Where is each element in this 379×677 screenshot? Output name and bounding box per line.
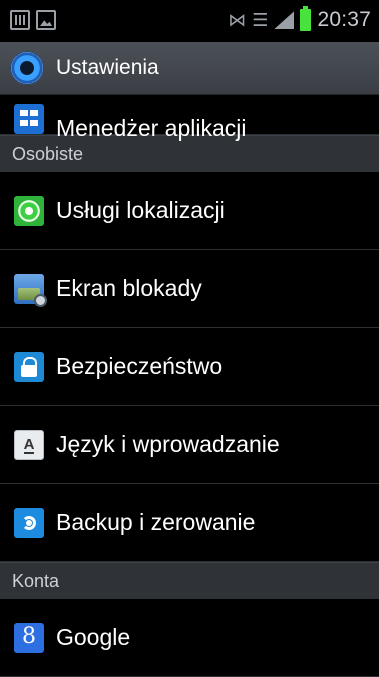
status-bar-right: ⋈ ☰ 20:37 bbox=[228, 6, 371, 32]
lock-screen-icon bbox=[14, 273, 47, 307]
image-notification-icon bbox=[36, 10, 56, 30]
action-bar: Ustawienia bbox=[0, 42, 379, 95]
google-icon: 8 bbox=[14, 622, 44, 653]
list-item-label: Google bbox=[56, 624, 131, 650]
list-item-language-input[interactable]: A Język i wprowadzanie bbox=[0, 406, 379, 484]
list-item-google[interactable]: 8 Google bbox=[0, 599, 379, 677]
signal-icon bbox=[274, 11, 294, 29]
list-item-lock-screen[interactable]: Ekran blokady bbox=[0, 250, 379, 328]
keyboard-language-icon: A bbox=[14, 429, 44, 460]
apps-grid-icon bbox=[14, 104, 44, 134]
settings-gear-icon[interactable] bbox=[10, 51, 44, 85]
list-item-app-manager[interactable]: Menedżer aplikacji bbox=[0, 95, 379, 141]
list-item-label: Menedżer aplikacji bbox=[56, 115, 247, 141]
backup-reset-icon bbox=[14, 507, 44, 538]
location-icon bbox=[14, 195, 44, 226]
settings-list: Menedżer aplikacji Osobiste Usługi lokal… bbox=[0, 95, 379, 677]
list-item-label: Ekran blokady bbox=[56, 275, 202, 301]
list-item-label: Backup i zerowanie bbox=[56, 509, 256, 535]
padlock-icon bbox=[14, 351, 44, 382]
list-item-label: Język i wprowadzanie bbox=[56, 431, 280, 457]
list-item-security[interactable]: Bezpieczeństwo bbox=[0, 328, 379, 406]
list-item-label: Bezpieczeństwo bbox=[56, 353, 223, 379]
list-item-location-services[interactable]: Usługi lokalizacji bbox=[0, 172, 379, 250]
status-time: 20:37 bbox=[317, 8, 371, 31]
list-item-label: Usługi lokalizacji bbox=[56, 197, 225, 223]
wifi-icon: ☰ bbox=[252, 10, 269, 30]
no-sim-icon: ⋈ bbox=[228, 10, 247, 30]
status-bar-left bbox=[10, 10, 56, 30]
sd-card-icon bbox=[10, 10, 30, 30]
section-header-accounts: Konta bbox=[0, 562, 379, 599]
battery-icon bbox=[300, 6, 312, 31]
list-item-backup-reset[interactable]: Backup i zerowanie bbox=[0, 484, 379, 562]
page-title: Ustawienia bbox=[56, 56, 159, 79]
status-bar: ⋈ ☰ 20:37 bbox=[0, 0, 379, 42]
